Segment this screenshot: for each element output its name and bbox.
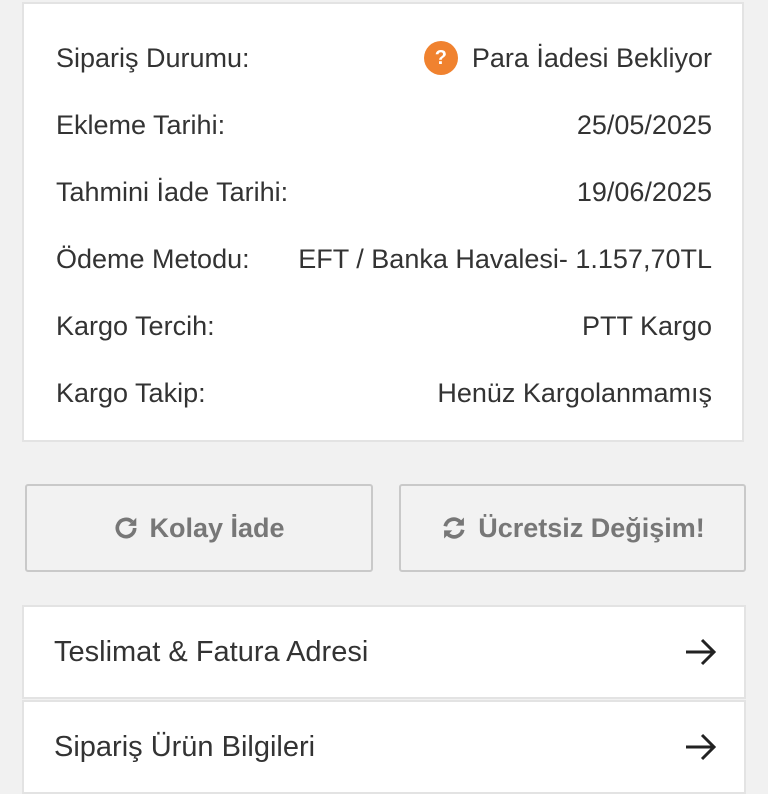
estimated-refund-date-label: Tahmini İade Tarihi: bbox=[56, 176, 289, 207]
shipping-preference-label: Kargo Tercih: bbox=[56, 310, 215, 341]
estimated-refund-date-value: 19/06/2025 bbox=[576, 176, 712, 207]
added-date-row: Ekleme Tarihi: 25/05/2025 bbox=[56, 105, 712, 145]
question-circle-icon: ? bbox=[423, 41, 458, 75]
arrow-right-icon bbox=[684, 637, 718, 667]
delivery-billing-address-label: Teslimat & Fatura Adresi bbox=[54, 635, 369, 668]
order-details-card: Sipariş Durumu: ? Para İadesi Bekliyor E… bbox=[22, 2, 744, 442]
shipping-tracking-value: Henüz Kargolanmamış bbox=[437, 377, 712, 408]
arrow-right-icon bbox=[684, 732, 718, 762]
easy-return-button[interactable]: Kolay İade bbox=[25, 484, 373, 572]
free-exchange-label: Ücretsiz Değişim! bbox=[478, 512, 705, 543]
exchange-icon bbox=[440, 514, 468, 542]
added-date-label: Ekleme Tarihi: bbox=[56, 109, 226, 140]
shipping-preference-value: PTT Kargo bbox=[581, 310, 712, 341]
payment-method-value: EFT / Banka Havalesi- 1.157,70TL bbox=[298, 243, 712, 274]
shipping-tracking-label: Kargo Takip: bbox=[56, 377, 206, 408]
free-exchange-button[interactable]: Ücretsiz Değişim! bbox=[399, 484, 746, 572]
easy-return-label: Kolay İade bbox=[149, 512, 285, 543]
order-product-info-item[interactable]: Sipariş Ürün Bilgileri bbox=[22, 700, 746, 794]
refresh-icon bbox=[113, 515, 139, 541]
shipping-tracking-row: Kargo Takip: Henüz Kargolanmamış bbox=[56, 373, 712, 413]
order-status-row: Sipariş Durumu: ? Para İadesi Bekliyor bbox=[56, 38, 712, 78]
order-status-value: Para İadesi Bekliyor bbox=[471, 42, 712, 73]
added-date-value: 25/05/2025 bbox=[576, 109, 712, 140]
payment-method-label: Ödeme Metodu: bbox=[56, 243, 250, 274]
order-product-info-label: Sipariş Ürün Bilgileri bbox=[54, 730, 316, 763]
delivery-billing-address-item[interactable]: Teslimat & Fatura Adresi bbox=[22, 605, 746, 699]
shipping-preference-row: Kargo Tercih: PTT Kargo bbox=[56, 306, 712, 346]
estimated-refund-date-row: Tahmini İade Tarihi: 19/06/2025 bbox=[56, 172, 712, 212]
order-status-label: Sipariş Durumu: bbox=[56, 42, 250, 73]
payment-method-row: Ödeme Metodu: EFT / Banka Havalesi- 1.15… bbox=[56, 239, 712, 279]
order-status-value-group: ? Para İadesi Bekliyor bbox=[423, 41, 712, 75]
